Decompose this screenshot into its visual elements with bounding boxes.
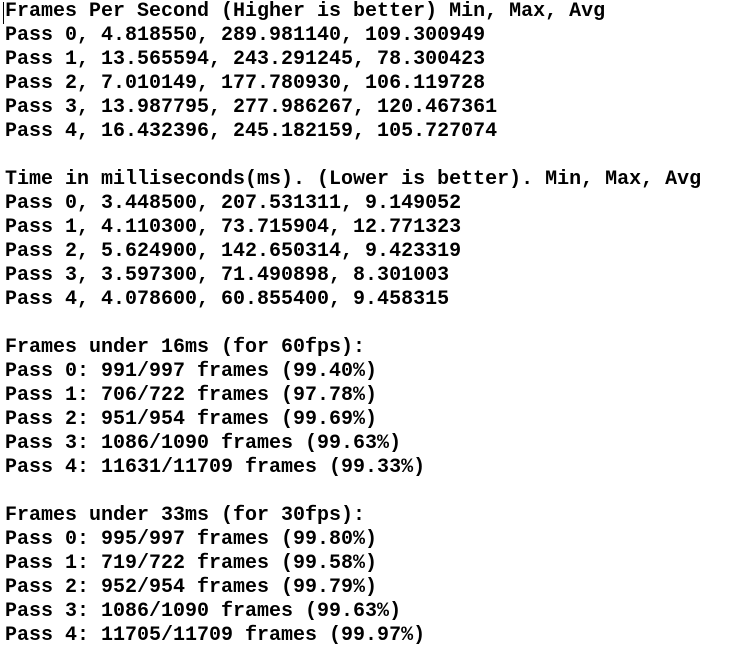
result-line: Pass 2, 5.624900, 142.650314, 9.423319 (5, 240, 462, 263)
result-line: Pass 4, 16.432396, 245.182159, 105.72707… (5, 120, 498, 143)
result-line: Pass 4: 11631/11709 frames (99.33%) (5, 456, 426, 479)
result-line: Pass 4: 11705/11709 frames (99.97%) (5, 624, 426, 647)
result-line: Pass 1: 719/722 frames (99.58%) (5, 552, 378, 575)
result-line: Pass 3, 13.987795, 277.986267, 120.46736… (5, 96, 498, 119)
result-line: Pass 1, 4.110300, 73.715904, 12.771323 (5, 216, 462, 239)
result-line: Pass 2, 7.010149, 177.780930, 106.119728 (5, 72, 486, 95)
result-line: Pass 3: 1086/1090 frames (99.63%) (5, 600, 402, 623)
result-line: Pass 0, 3.448500, 207.531311, 9.149052 (5, 192, 462, 215)
result-line: Pass 2: 951/954 frames (99.69%) (5, 408, 378, 431)
result-line: Pass 1: 706/722 frames (97.78%) (5, 384, 378, 407)
text-cursor (3, 2, 4, 24)
result-line: Pass 3: 1086/1090 frames (99.63%) (5, 432, 402, 455)
under-16ms-section: Frames under 16ms (for 60fps): Pass 0: 9… (5, 336, 701, 480)
under-33ms-section: Frames under 33ms (for 30fps): Pass 0: 9… (5, 504, 701, 648)
result-line: Pass 1, 13.565594, 243.291245, 78.300423 (5, 48, 486, 71)
section-header: Frames Per Second (Higher is better) Min… (5, 0, 606, 23)
section-header: Time in milliseconds(ms). (Lower is bett… (5, 168, 702, 191)
result-line: Pass 2: 952/954 frames (99.79%) (5, 576, 378, 599)
result-line: Pass 4, 4.078600, 60.855400, 9.458315 (5, 288, 450, 311)
result-line: Pass 0, 4.818550, 289.981140, 109.300949 (5, 24, 486, 47)
frametime-section: Time in milliseconds(ms). (Lower is bett… (5, 168, 701, 312)
result-line: Pass 0: 991/997 frames (99.40%) (5, 360, 378, 383)
section-header: Frames under 33ms (for 30fps): (5, 504, 366, 527)
result-line: Pass 0: 995/997 frames (99.80%) (5, 528, 378, 551)
section-header: Frames under 16ms (for 60fps): (5, 336, 366, 359)
fps-section: Frames Per Second (Higher is better) Min… (5, 0, 701, 144)
text-document[interactable]: Frames Per Second (Higher is better) Min… (5, 0, 701, 648)
result-line: Pass 3, 3.597300, 71.490898, 8.301003 (5, 264, 450, 287)
